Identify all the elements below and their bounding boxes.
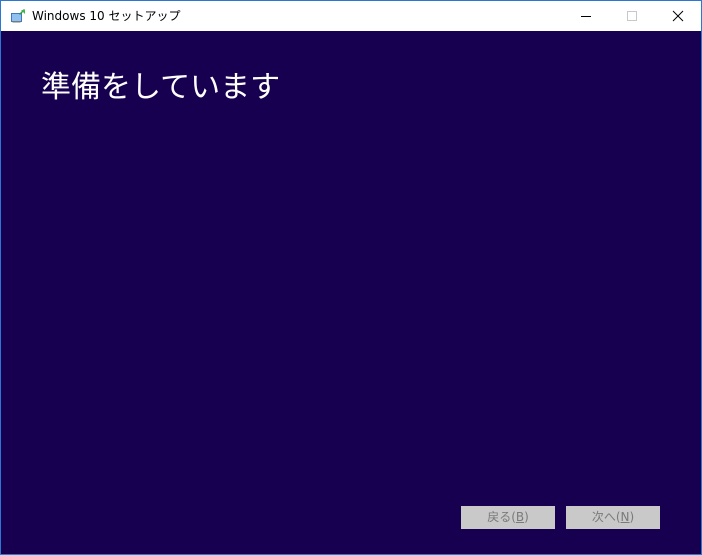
minimize-button[interactable] <box>563 1 609 31</box>
back-button-label-suffix: ) <box>524 510 529 524</box>
maximize-icon <box>627 11 637 21</box>
minimize-icon <box>581 16 591 17</box>
maximize-button[interactable] <box>609 1 655 31</box>
setup-window: Windows 10 セットアップ 準備をしています 戻る(B) 次へ(N) <box>0 0 702 555</box>
next-button-label-prefix: 次へ( <box>591 510 621 524</box>
close-button[interactable] <box>655 1 701 31</box>
close-icon <box>672 10 684 22</box>
title-bar[interactable]: Windows 10 セットアップ <box>1 1 701 31</box>
back-button-label-prefix: 戻る( <box>487 510 516 524</box>
back-button[interactable]: 戻る(B) <box>461 506 555 529</box>
windows-setup-icon <box>10 8 26 24</box>
window-title: Windows 10 セットアップ <box>32 9 181 23</box>
next-button[interactable]: 次へ(N) <box>566 506 660 529</box>
page-heading: 準備をしています <box>41 70 281 105</box>
back-button-accelerator: B <box>515 510 525 524</box>
next-button-label-suffix: ) <box>629 510 635 524</box>
